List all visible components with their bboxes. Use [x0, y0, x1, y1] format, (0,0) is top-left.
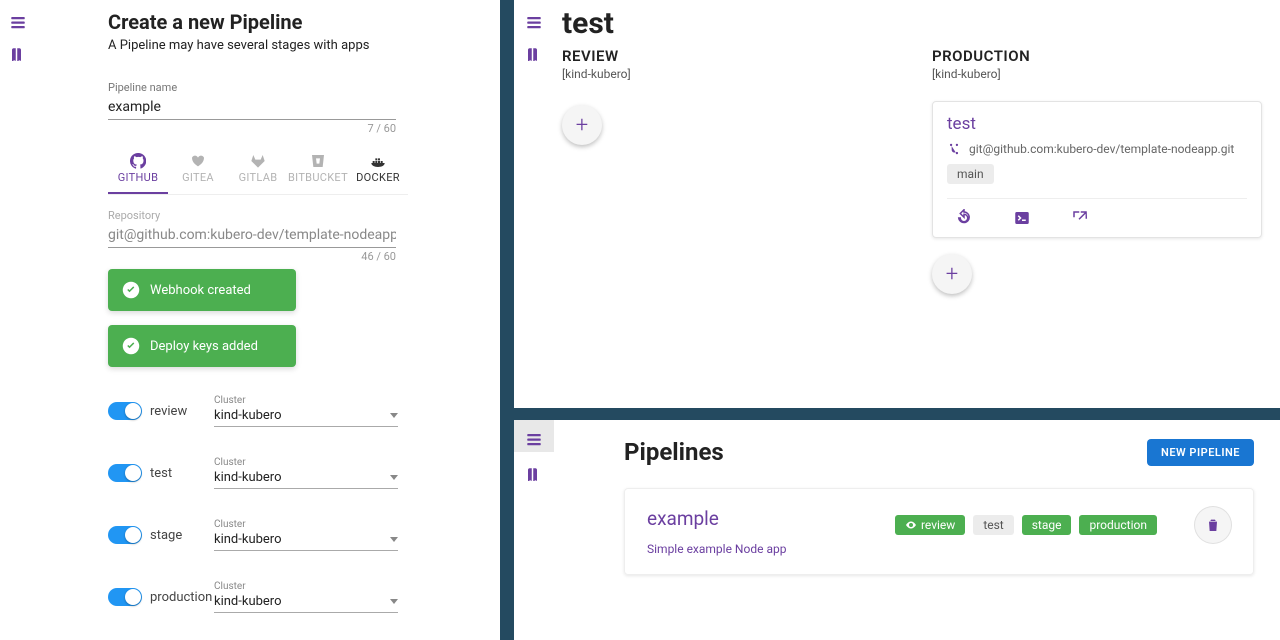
stage-row-review: review Cluster kind-kubero [108, 385, 428, 437]
open-icon[interactable] [1071, 209, 1089, 227]
chevron-down-icon [390, 475, 398, 480]
console-icon[interactable] [1013, 209, 1031, 227]
pipelines-list-panel: Pipelines NEW PIPELINE example Simple ex… [514, 420, 1280, 640]
column-title: PRODUCTION [932, 47, 1262, 65]
chip-production: production [1079, 515, 1157, 535]
eye-icon [905, 519, 917, 531]
cluster-select-test[interactable]: Cluster kind-kubero [214, 457, 398, 489]
column-title: REVIEW [562, 47, 892, 65]
restart-icon[interactable] [955, 209, 973, 227]
toggle-test[interactable] [108, 464, 142, 482]
sidebar [0, 0, 36, 640]
stage-config-list: review Cluster kind-kubero test Cluster … [108, 385, 428, 623]
stage-row-stage: stage Cluster kind-kubero [108, 509, 428, 561]
page-title: Pipelines [624, 438, 724, 466]
add-app-button[interactable]: + [562, 105, 602, 145]
pipeline-name-label: Pipeline name [108, 81, 428, 94]
chevron-down-icon [390, 599, 398, 604]
pipeline-name: example [647, 507, 786, 530]
stage-row-production: production Cluster kind-kubero [108, 571, 428, 623]
repository-counter: 46 / 60 [108, 250, 396, 263]
docs-icon[interactable] [525, 466, 543, 484]
docker-icon [370, 153, 386, 169]
new-pipeline-button[interactable]: NEW PIPELINE [1147, 439, 1254, 466]
app-card: test git@github.com:kubero-dev/template-… [932, 101, 1262, 238]
column-cluster: [kind-kubero] [562, 67, 892, 81]
tab-docker[interactable]: DOCKER [348, 153, 408, 194]
pipeline-name: test [562, 6, 1270, 41]
app-name[interactable]: test [947, 114, 1247, 134]
toggle-production[interactable] [108, 588, 142, 606]
toggle-stage[interactable] [108, 526, 142, 544]
cluster-select-production[interactable]: Cluster kind-kubero [214, 581, 398, 613]
app-repo: git@github.com:kubero-dev/template-nodea… [947, 142, 1247, 156]
pipeline-card[interactable]: example Simple example Node app review t… [624, 488, 1254, 575]
stage-chips: review test stage production [895, 507, 1231, 543]
column-cluster: [kind-kubero] [932, 67, 1262, 81]
cluster-select-review[interactable]: Cluster kind-kubero [214, 395, 398, 427]
docs-icon[interactable] [9, 46, 27, 64]
chip-test: test [973, 515, 1013, 535]
github-icon [130, 153, 146, 169]
pipeline-detail-panel: test REVIEW [kind-kubero] + PRODUCTION [… [514, 0, 1280, 408]
create-pipeline-panel: Create a new Pipeline A Pipeline may hav… [0, 0, 500, 640]
sidebar [514, 0, 554, 408]
gitea-icon [190, 153, 206, 169]
pipelines-icon[interactable] [525, 431, 543, 449]
pipeline-name-counter: 7 / 60 [108, 122, 396, 135]
source-tabs: GITHUB GITEA GITLAB BITBUCKET DOCKER [108, 153, 408, 195]
tab-gitlab[interactable]: GITLAB [228, 153, 288, 194]
chevron-down-icon [390, 413, 398, 418]
repository-input[interactable] [108, 225, 396, 248]
branch-chip: main [947, 164, 994, 184]
alert-webhook: Webhook created [108, 269, 296, 311]
column-review: REVIEW [kind-kubero] + [562, 47, 892, 294]
pipeline-name-field: Pipeline name 7 / 60 [108, 81, 428, 135]
tab-github[interactable]: GITHUB [108, 153, 168, 194]
tab-gitea[interactable]: GITEA [168, 153, 228, 194]
pipelines-icon[interactable] [9, 14, 27, 32]
page-title: Create a new Pipeline [108, 10, 428, 34]
pipelines-icon[interactable] [525, 14, 543, 32]
sidebar [514, 420, 554, 640]
branch-icon [947, 142, 961, 156]
stage-row-test: test Cluster kind-kubero [108, 447, 428, 499]
add-app-button[interactable]: + [932, 254, 972, 294]
chevron-down-icon [390, 537, 398, 542]
chip-review: review [895, 515, 965, 535]
check-icon [122, 337, 140, 355]
chip-stage: stage [1022, 515, 1072, 535]
cluster-select-stage[interactable]: Cluster kind-kubero [214, 519, 398, 551]
toggle-review[interactable] [108, 402, 142, 420]
tab-bitbucket[interactable]: BITBUCKET [288, 153, 348, 194]
gitlab-icon [250, 153, 266, 169]
delete-pipeline-button[interactable] [1195, 507, 1231, 543]
pipeline-description: Simple example Node app [647, 542, 786, 556]
bitbucket-icon [310, 153, 326, 169]
repository-field: Repository 46 / 60 [108, 209, 428, 263]
page-subtitle: A Pipeline may have several stages with … [108, 38, 428, 53]
trash-icon [1205, 517, 1221, 533]
repository-label: Repository [108, 209, 428, 222]
pipeline-name-input[interactable] [108, 97, 396, 120]
column-production: PRODUCTION [kind-kubero] test git@github… [932, 47, 1262, 294]
docs-icon[interactable] [525, 46, 543, 64]
app-actions [947, 198, 1247, 237]
alert-deploykeys: Deploy keys added [108, 325, 296, 367]
check-icon [122, 281, 140, 299]
